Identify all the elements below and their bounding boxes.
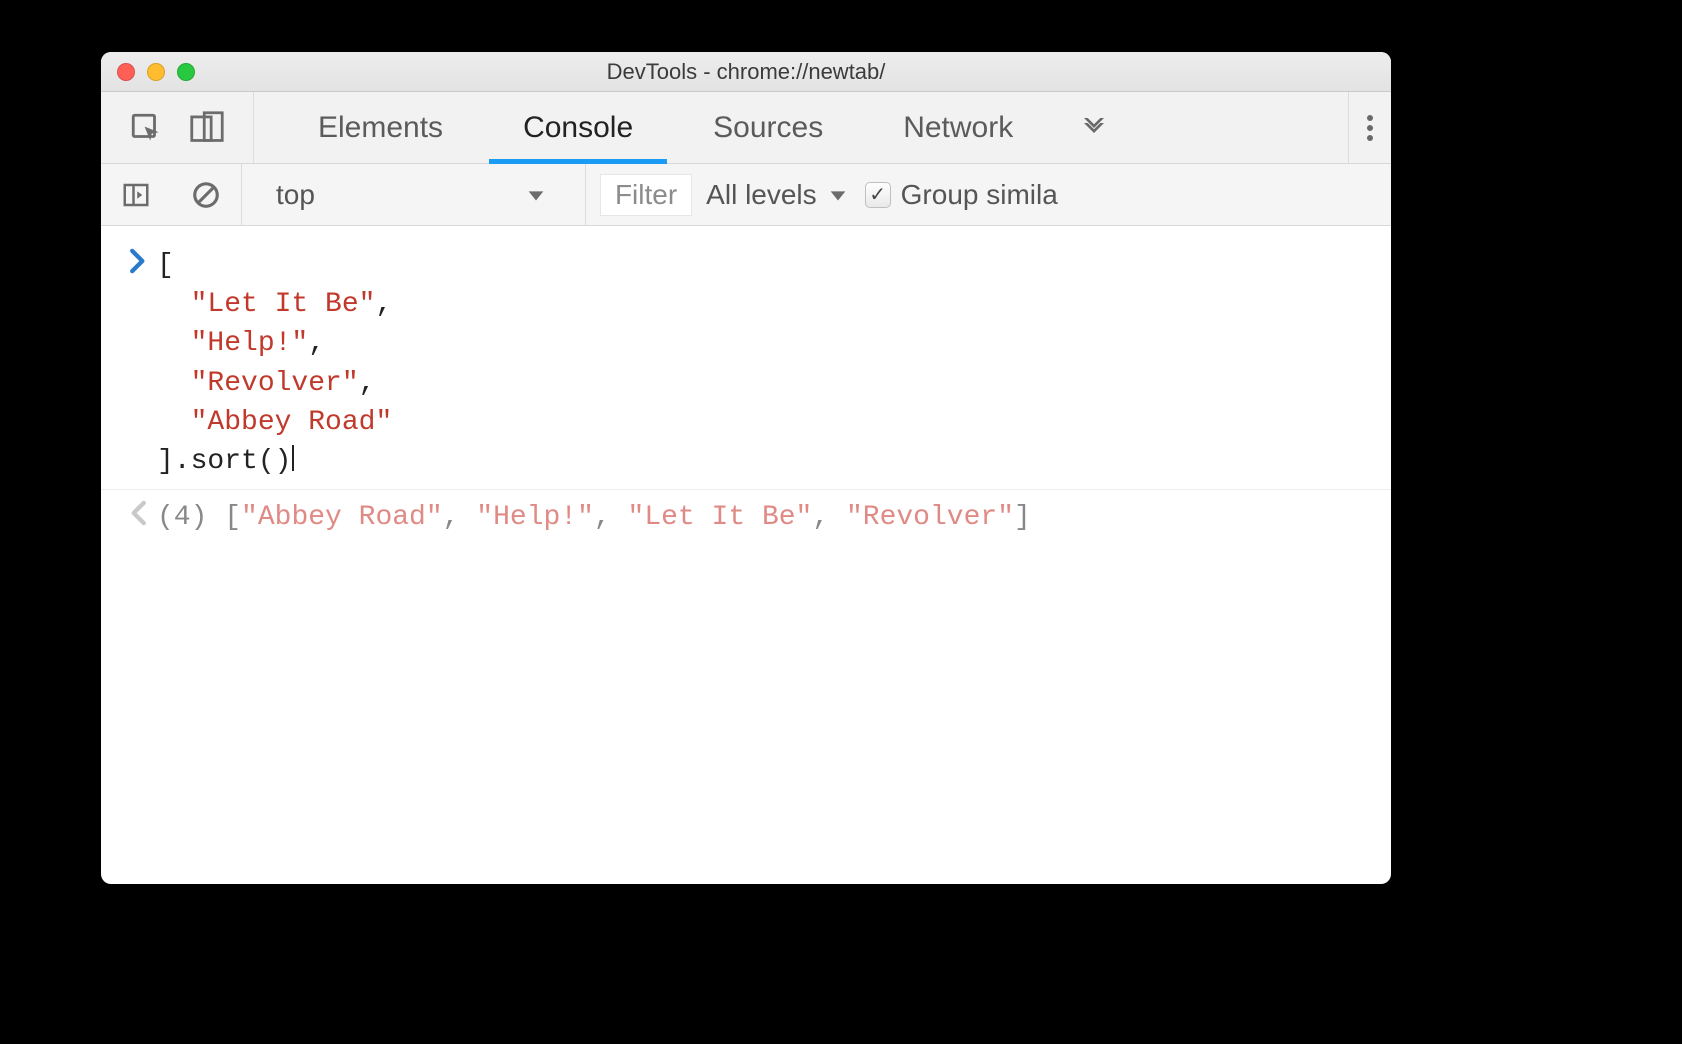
console-body: [ "Let It Be", "Help!", "Revolver", "Abb… [101, 226, 1391, 884]
more-tabs-button[interactable] [1053, 92, 1135, 163]
preview-close: ] [1014, 502, 1031, 533]
tab-label: Console [523, 111, 633, 145]
context-label: top [276, 179, 315, 211]
kebab-icon [1367, 115, 1373, 121]
minimize-window-button[interactable] [147, 63, 165, 81]
eager-eval-preview: (4) ["Abbey Road", "Help!", "Let It Be",… [157, 498, 1031, 537]
return-gutter [119, 498, 157, 526]
preview-sep: , [443, 502, 477, 533]
tab-network[interactable]: Network [863, 92, 1053, 163]
kebab-menu-button[interactable] [1348, 92, 1391, 163]
execution-context-select[interactable]: top [242, 164, 586, 225]
preview-item: "Help!" [476, 502, 594, 533]
tab-elements[interactable]: Elements [278, 92, 483, 163]
clear-console-button[interactable] [171, 164, 242, 225]
preview-count: (4) [157, 502, 224, 533]
code-token: , [308, 328, 325, 359]
tab-bar-left-tools [101, 92, 254, 163]
code-string: "Abbey Road" [191, 407, 393, 438]
console-preview-entry[interactable]: (4) ["Abbey Road", "Help!", "Let It Be",… [101, 489, 1391, 545]
close-window-button[interactable] [117, 63, 135, 81]
clear-icon [191, 180, 221, 210]
preview-item: "Revolver" [846, 502, 1014, 533]
tab-console[interactable]: Console [483, 92, 673, 163]
window-title: DevTools - chrome://newtab/ [101, 59, 1391, 85]
devtools-window: DevTools - chrome://newtab/ Elements Con… [101, 52, 1391, 884]
preview-sep: , [812, 502, 846, 533]
text-cursor [292, 445, 294, 471]
prompt-gutter [119, 246, 157, 274]
filter-input[interactable]: Filter [600, 174, 692, 216]
preview-item: "Abbey Road" [241, 502, 443, 533]
titlebar[interactable]: DevTools - chrome://newtab/ [101, 52, 1391, 92]
prompt-icon [129, 248, 147, 274]
code-string: "Help!" [191, 328, 309, 359]
preview-item: "Let It Be" [628, 502, 813, 533]
sidebar-toggle-icon [121, 180, 151, 210]
code-token: [ [157, 250, 174, 281]
code-string: "Let It Be" [191, 289, 376, 320]
code-token: ].sort() [157, 446, 291, 477]
device-toolbar-icon[interactable] [189, 111, 225, 145]
kebab-icon [1367, 125, 1373, 131]
log-levels-select[interactable]: All levels [706, 179, 848, 211]
console-toolbar: top Filter All levels ✓ Group simila [101, 164, 1391, 226]
fullscreen-window-button[interactable] [177, 63, 195, 81]
levels-label: All levels [706, 179, 816, 211]
tab-label: Network [903, 111, 1013, 145]
group-similar-checkbox[interactable]: ✓ [865, 182, 891, 208]
code-token: , [375, 289, 392, 320]
group-similar-label: Group simila [901, 179, 1058, 211]
tab-bar: Elements Console Sources Network [101, 92, 1391, 164]
code-token: , [359, 368, 376, 399]
tab-label: Elements [318, 111, 443, 145]
console-input-entry[interactable]: [ "Let It Be", "Help!", "Revolver", "Abb… [101, 238, 1391, 489]
preview-sep: , [594, 502, 628, 533]
tab-sources[interactable]: Sources [673, 92, 863, 163]
code-indent [157, 407, 191, 438]
return-icon [129, 500, 147, 526]
code-string: "Revolver" [191, 368, 359, 399]
kebab-icon [1367, 135, 1373, 141]
code-indent [157, 289, 191, 320]
tab-label: Sources [713, 111, 823, 145]
code-indent [157, 328, 191, 359]
code-indent [157, 368, 191, 399]
dropdown-caret-icon [525, 184, 547, 206]
dropdown-caret-icon [827, 184, 849, 206]
panel-tabs: Elements Console Sources Network [254, 92, 1053, 163]
inspect-element-icon[interactable] [129, 111, 163, 145]
console-input-code[interactable]: [ "Let It Be", "Help!", "Revolver", "Abb… [157, 246, 392, 481]
traffic-lights [101, 63, 195, 81]
preview-open: [ [224, 502, 241, 533]
console-sidebar-toggle[interactable] [101, 164, 171, 225]
